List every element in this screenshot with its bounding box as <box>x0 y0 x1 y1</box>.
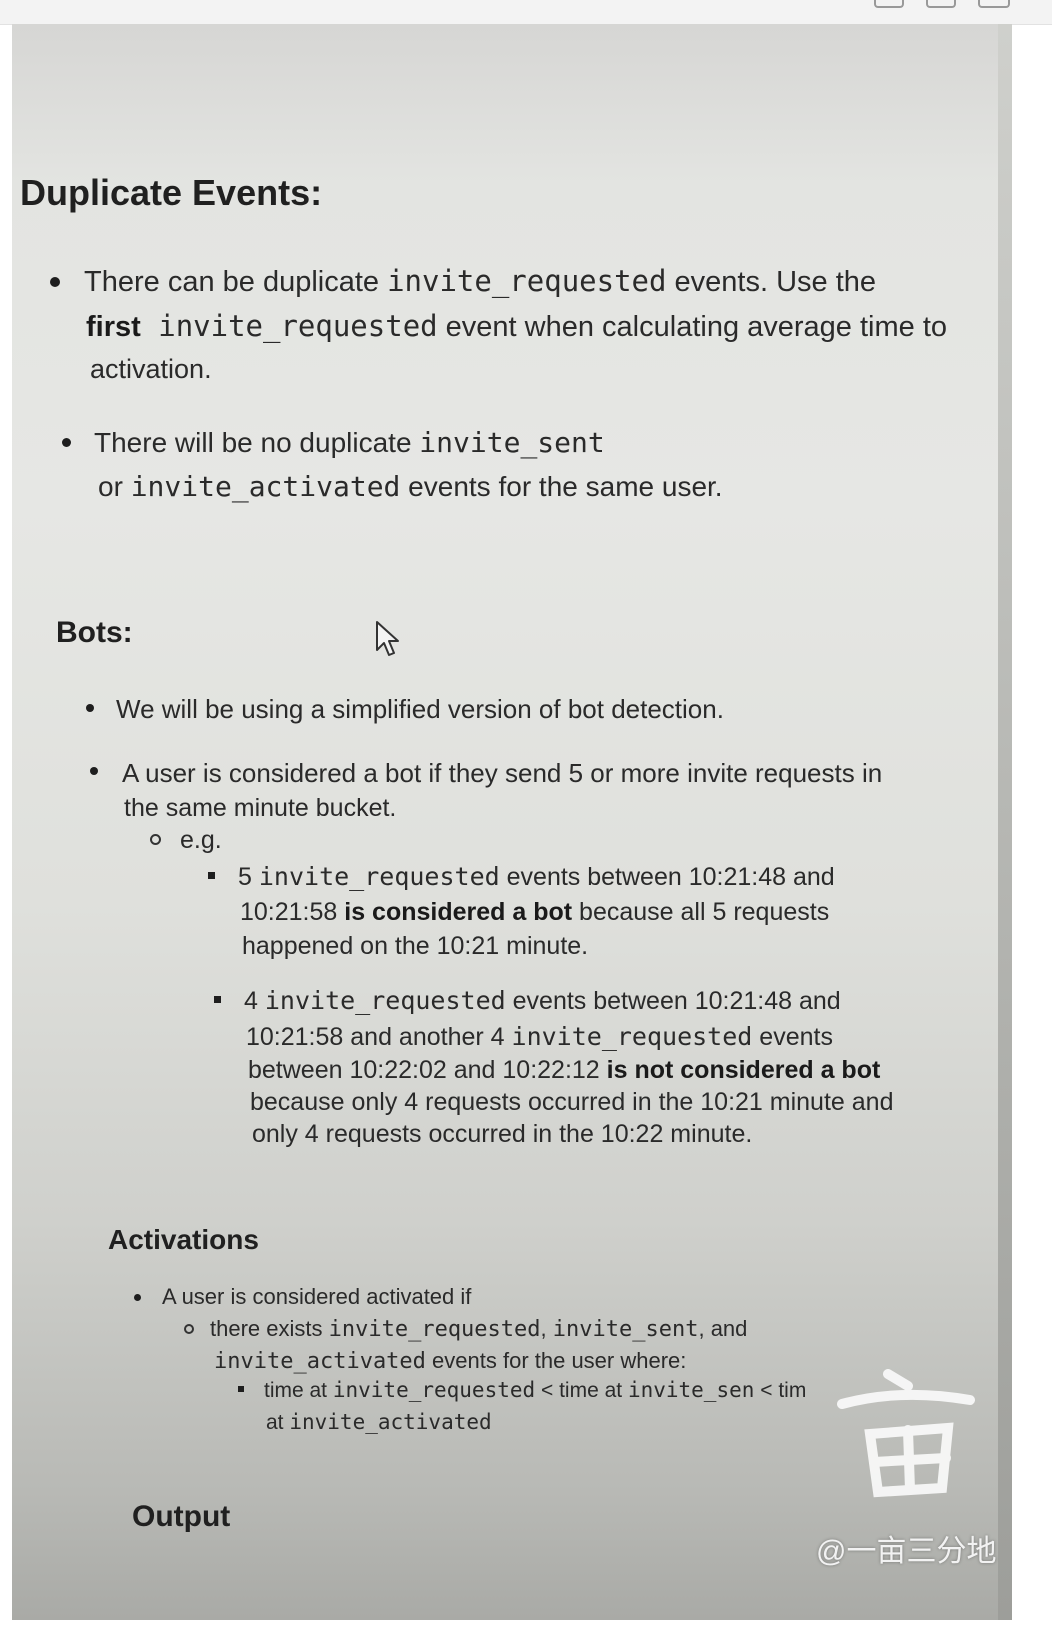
dup-item2-line1: There will be no duplicate invite_sent <box>94 426 605 459</box>
ex2-line1: 4 invite_requested events between 10:21:… <box>244 986 841 1015</box>
dup-item1-line2: first invite_requested event when calcul… <box>86 309 948 343</box>
ex2-line4: because only 4 requests occurred in the … <box>250 1088 894 1116</box>
watermark-logo-icon <box>837 1369 975 1498</box>
dup-item2-line2: or invite_activated events for the same … <box>98 470 723 503</box>
activations-heading: Activations <box>108 1224 259 1255</box>
activations-condition-cont: at invite_activated <box>266 1410 492 1434</box>
sub-bullet-icon <box>150 834 161 845</box>
ex1-line1: 5 invite_requested events between 10:21:… <box>238 862 835 891</box>
bullet-icon <box>62 438 71 447</box>
square-bullet-icon <box>214 996 221 1003</box>
activations-sub1: there exists invite_requested, invite_se… <box>210 1316 748 1342</box>
ex2-line5: only 4 requests occurred in the 10:22 mi… <box>252 1120 753 1148</box>
duplicate-events-heading: Duplicate Events: <box>20 172 323 213</box>
sub-bullet-icon <box>184 1324 194 1334</box>
activations-condition: time at invite_requested < time at invit… <box>264 1378 807 1402</box>
eg-label: e.g. <box>180 826 222 854</box>
mouse-cursor-icon <box>376 621 399 656</box>
watermark-text: @一亩三分地 <box>816 1535 997 1568</box>
activations-item1: A user is considered activated if <box>162 1284 472 1309</box>
bots-item2-line2: the same minute bucket. <box>124 794 397 822</box>
dup-item1-line3: activation. <box>90 354 212 384</box>
close-icon[interactable] <box>978 0 1010 8</box>
ex2-line2: 10:21:58 and another 4 invite_requested … <box>246 1022 833 1051</box>
dup-item1-line1: There can be duplicate invite_requested … <box>84 264 877 298</box>
bots-item2-line1: A user is considered a bot if they send … <box>122 758 883 788</box>
bullet-icon <box>90 767 98 775</box>
activations-sub2: invite_activated events for the user whe… <box>214 1348 687 1374</box>
ex2-line3: between 10:22:02 and 10:22:12 is not con… <box>248 1056 881 1084</box>
window-titlebar <box>0 0 1052 25</box>
bullet-icon <box>86 704 94 712</box>
minimize-icon[interactable] <box>874 0 904 8</box>
square-bullet-icon <box>238 1386 244 1392</box>
maximize-icon[interactable] <box>926 0 956 8</box>
photo-of-screen: Duplicate Events: There can be duplicate… <box>12 24 1012 1620</box>
monitor-bezel <box>998 24 1012 1620</box>
output-heading: Output <box>132 1500 231 1533</box>
bots-heading: Bots: <box>56 616 133 649</box>
bullet-icon <box>134 1294 141 1301</box>
ex1-line3: happened on the 10:21 minute. <box>242 932 589 960</box>
bots-item1: We will be using a simplified version of… <box>116 694 724 724</box>
ex1-line2: 10:21:58 is considered a bot because all… <box>240 898 830 926</box>
square-bullet-icon <box>208 872 215 879</box>
bullet-icon <box>50 277 60 287</box>
